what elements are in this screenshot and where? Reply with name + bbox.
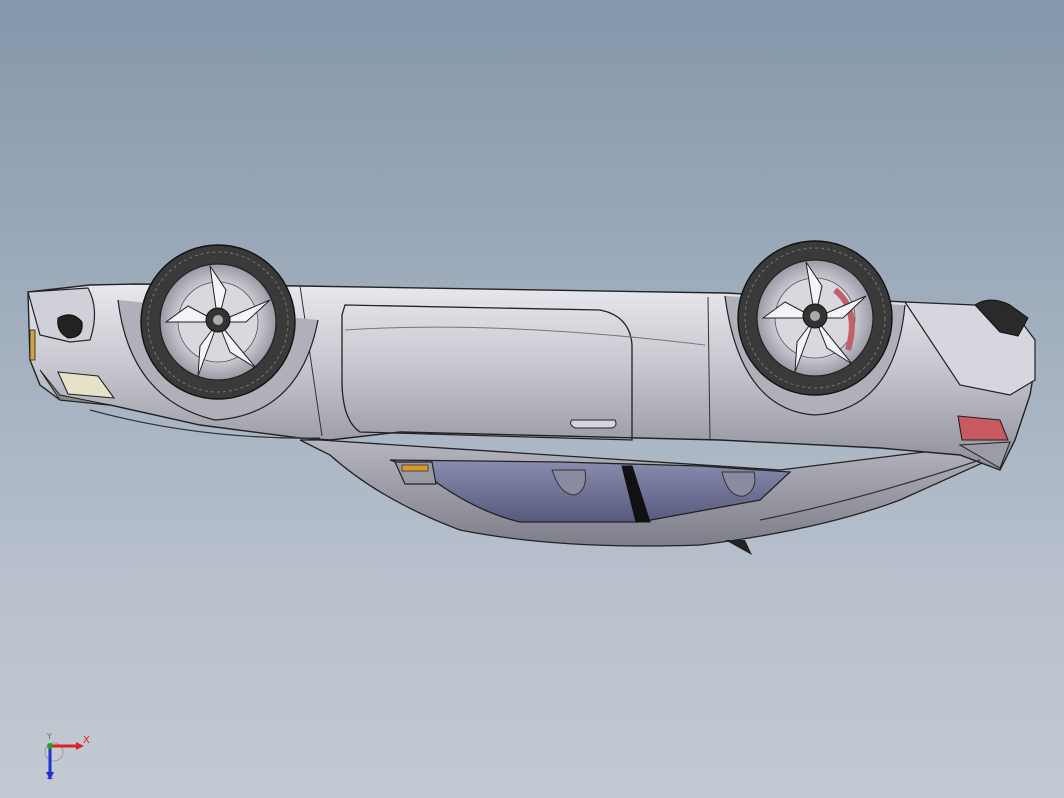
rear-reflector [29,329,36,361]
axis-z-label: Z [47,772,54,782]
door-handle [570,419,617,429]
car-model[interactable] [0,0,1064,798]
coordinate-triad: X Y Z [40,730,100,790]
front-wheel [737,240,893,396]
mirror-indicator [401,464,429,472]
axis-y-label: Y [47,732,52,741]
axis-x-label: X [83,735,90,746]
antenna-fin [725,540,752,555]
rear-wheel [140,244,296,400]
graphics-viewport[interactable]: X Y Z [0,0,1064,798]
